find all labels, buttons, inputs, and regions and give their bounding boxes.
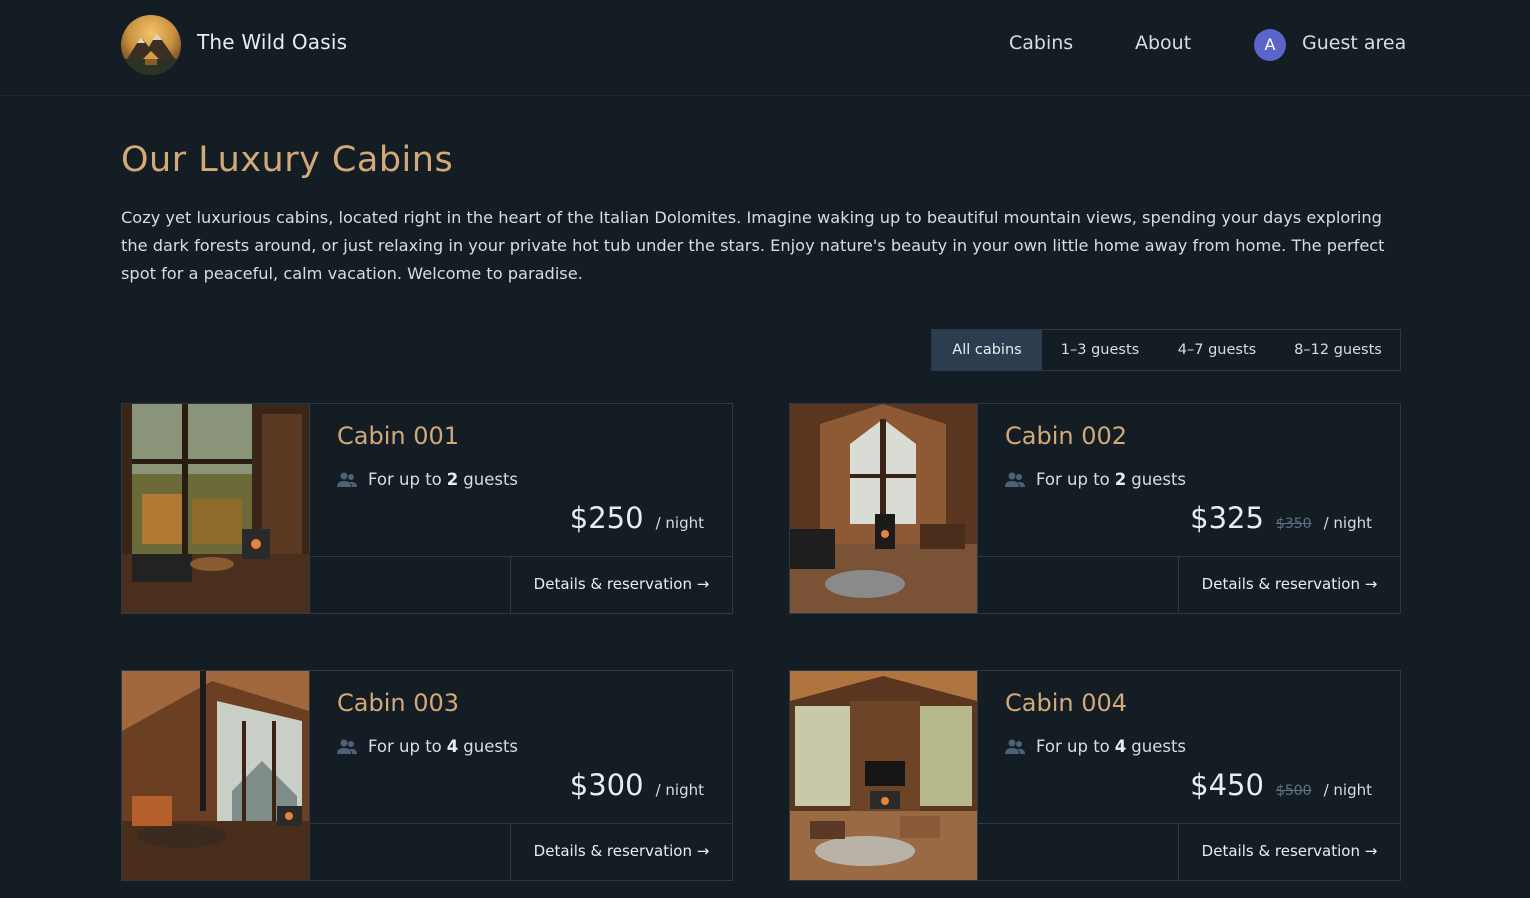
cabin-name: Cabin 003 [337,689,460,717]
capacity-suffix: guests [463,470,519,489]
capacity-suffix: guests [463,737,519,756]
price-row: $450 $500 / night [1190,768,1372,802]
price-unit: / night [1323,514,1372,532]
price: $450 [1190,768,1264,802]
cabin-image [790,671,978,880]
price-unit: / night [655,781,704,799]
price-row: $300 / night [570,768,704,802]
capacity-count: 2 [446,470,459,489]
cabin-card: Cabin 001 For up to 2 guests $250 / nigh… [121,403,733,614]
cabin-image [790,404,978,613]
card-footer: Details & reservation → [977,556,1400,614]
cabin-image [122,671,310,880]
details-reservation-button[interactable]: Details & reservation → [1178,557,1400,614]
capacity-suffix: guests [1131,470,1187,489]
users-icon [1005,739,1025,754]
price: $250 [569,501,644,535]
capacity-prefix: For up to [1036,737,1110,756]
users-icon [337,739,357,754]
filter-all[interactable]: All cabins [932,330,1042,370]
page-intro: Cozy yet luxurious cabins, located right… [121,208,1385,283]
filter-4-7[interactable]: 4–7 guests [1158,330,1276,370]
users-icon [337,472,357,487]
cabin-name: Cabin 004 [1005,689,1128,717]
price-row: $250 / night [570,501,704,535]
capacity-prefix: For up to [1036,470,1110,489]
users-icon [1005,472,1025,487]
details-reservation-button[interactable]: Details & reservation → [510,557,732,614]
filter-8-12[interactable]: 8–12 guests [1276,330,1400,370]
details-reservation-button[interactable]: Details & reservation → [1178,824,1400,881]
card-footer: Details & reservation → [309,823,732,881]
cabin-name: Cabin 001 [337,422,460,450]
card-footer: Details & reservation → [977,823,1400,881]
cabin-capacity: For up to 4 guests [1005,737,1186,756]
cabin-capacity: For up to 2 guests [1005,470,1186,489]
card-footer: Details & reservation → [309,556,732,614]
capacity-count: 4 [1114,737,1127,756]
old-price: $500 [1275,783,1312,799]
price-row: $325 $350 / night [1190,501,1372,535]
brand-name[interactable]: The Wild Oasis [197,30,347,54]
avatar[interactable]: A [1254,29,1286,61]
capacity-prefix: For up to [368,737,442,756]
capacity-prefix: For up to [368,470,442,489]
details-reservation-button[interactable]: Details & reservation → [510,824,732,881]
price: $325 [1190,501,1264,535]
nav-guest-area[interactable]: Guest area [1302,32,1406,54]
logo-icon[interactable] [121,15,181,75]
nav-cabins[interactable]: Cabins [1009,32,1073,54]
capacity-count: 4 [446,737,459,756]
nav-about[interactable]: About [1135,32,1191,54]
price: $300 [569,768,644,802]
cabin-card: Cabin 002 For up to 2 guests $325 $350 /… [789,403,1401,614]
site-header: The Wild Oasis Cabins About A Guest area [0,0,1530,96]
filter-1-3[interactable]: 1–3 guests [1042,330,1158,370]
cabin-card: Cabin 004 For up to 4 guests $450 $500 /… [789,670,1401,881]
cabin-capacity: For up to 4 guests [337,737,518,756]
cabin-image [122,404,310,613]
page-title: Our Luxury Cabins [121,140,454,180]
cabin-name: Cabin 002 [1005,422,1128,450]
old-price: $350 [1275,516,1312,532]
cabin-card: Cabin 003 For up to 4 guests $300 / nigh… [121,670,733,881]
cabin-capacity: For up to 2 guests [337,470,518,489]
guest-filter: All cabins 1–3 guests 4–7 guests 8–12 gu… [931,329,1401,371]
price-unit: / night [1323,781,1372,799]
price-unit: / night [655,514,704,532]
capacity-suffix: guests [1131,737,1187,756]
capacity-count: 2 [1114,470,1127,489]
